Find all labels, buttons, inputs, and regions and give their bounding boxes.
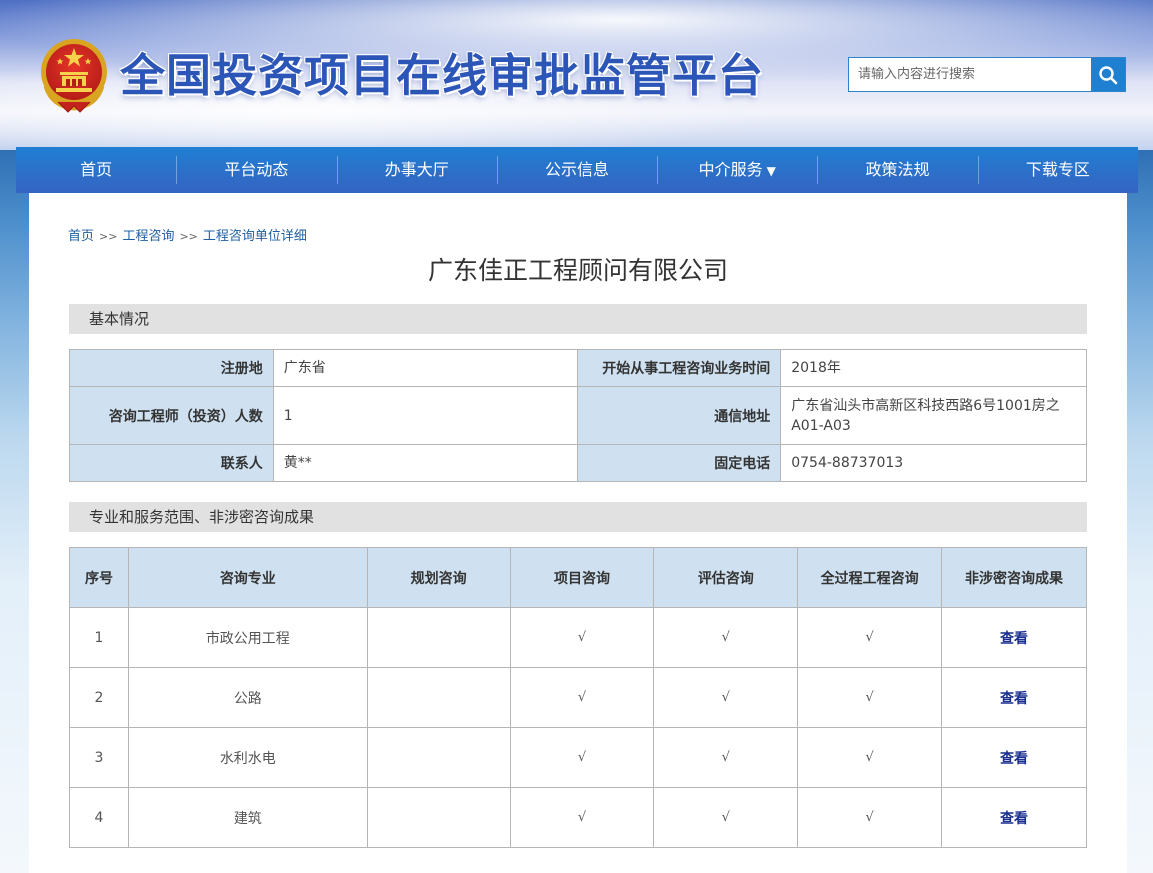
cell-evaluation-check: √ — [653, 787, 799, 848]
scope-table: 序号 咨询专业 规划咨询 项目咨询 评估咨询 全过程工程咨询 非涉密咨询成果 1… — [69, 547, 1087, 848]
cell-result: 查看 — [941, 787, 1087, 848]
table-row: 4 建筑 √ √ √ 查看 — [69, 787, 1087, 848]
breadcrumb-separator: >> — [99, 230, 118, 243]
breadcrumb-home[interactable]: 首页 — [68, 229, 94, 244]
cell-major: 建筑 — [127, 787, 368, 848]
cell-planning — [366, 727, 511, 788]
cell-planning — [366, 667, 511, 728]
main-nav: 首页 平台动态 办事大厅 公示信息 中介服务 ▼ 政策法规 下载专区 — [16, 147, 1138, 193]
table-row: 注册地 广东省 开始从事工程咨询业务时间 2018年 — [69, 349, 1087, 387]
search-box — [848, 57, 1126, 92]
search-button[interactable] — [1091, 58, 1125, 91]
cell-whole-process-check: √ — [797, 727, 943, 788]
cell-project-check: √ — [509, 607, 655, 668]
field-value: 广东省汕头市高新区科技西路6号1001房之A01-A03 — [780, 386, 1087, 445]
cell-result: 查看 — [941, 607, 1087, 668]
nav-item-policy[interactable]: 政策法规 — [817, 147, 977, 193]
table-row: 联系人 黄** 固定电话 0754-88737013 — [69, 444, 1087, 482]
search-input[interactable] — [849, 58, 1091, 91]
cell-evaluation-check: √ — [653, 607, 799, 668]
cell-project-check: √ — [509, 787, 655, 848]
cell-evaluation-check: √ — [653, 727, 799, 788]
site-title: 全国投资项目在线审批监管平台 — [120, 49, 765, 102]
table-header-row: 序号 咨询专业 规划咨询 项目咨询 评估咨询 全过程工程咨询 非涉密咨询成果 — [69, 547, 1087, 608]
nav-label: 办事大厅 — [384, 160, 449, 179]
breadcrumb: 首页 >> 工程咨询 >> 工程咨询单位详细 — [68, 225, 307, 244]
breadcrumb-current[interactable]: 工程咨询单位详细 — [203, 229, 307, 244]
field-label: 开始从事工程咨询业务时间 — [577, 349, 782, 387]
cell-result: 查看 — [941, 727, 1087, 788]
field-label: 注册地 — [69, 349, 274, 387]
cell-whole-process-check: √ — [797, 607, 943, 668]
field-value: 2018年 — [780, 349, 1087, 387]
nav-item-agency-service[interactable]: 中介服务 ▼ — [657, 147, 817, 193]
cell-project-check: √ — [509, 727, 655, 788]
basic-info-table: 注册地 广东省 开始从事工程咨询业务时间 2018年 咨询工程师（投资）人数 1… — [69, 349, 1087, 482]
column-header: 规划咨询 — [366, 547, 511, 608]
cell-whole-process-check: √ — [797, 787, 943, 848]
nav-label: 首页 — [80, 160, 113, 179]
chevron-down-icon: ▼ — [766, 164, 776, 178]
field-value: 广东省 — [272, 349, 579, 387]
column-header: 评估咨询 — [653, 547, 799, 608]
nav-label: 平台动态 — [224, 160, 289, 179]
cell-no: 3 — [69, 727, 129, 788]
main-content: 首页 >> 工程咨询 >> 工程咨询单位详细 广东佳正工程顾问有限公司 基本情况 注册地… — [29, 193, 1127, 873]
nav-item-home[interactable]: 首页 — [16, 147, 176, 193]
table-row: 3 水利水电 √ √ √ 查看 — [69, 727, 1087, 788]
view-result-link[interactable]: 查看 — [1000, 811, 1028, 827]
view-result-link[interactable]: 查看 — [1000, 691, 1028, 707]
cell-evaluation-check: √ — [653, 667, 799, 728]
cell-major: 市政公用工程 — [127, 607, 368, 668]
field-label: 固定电话 — [577, 444, 782, 482]
view-result-link[interactable]: 查看 — [1000, 631, 1028, 647]
section-scope: 专业和服务范围、非涉密咨询成果 — [69, 502, 1087, 532]
field-label: 联系人 — [69, 444, 274, 482]
cell-planning — [366, 607, 511, 668]
column-header: 项目咨询 — [509, 547, 655, 608]
search-icon — [1099, 65, 1118, 84]
cell-no: 4 — [69, 787, 129, 848]
page-title: 广东佳正工程顾问有限公司 — [427, 256, 728, 285]
cell-result: 查看 — [941, 667, 1087, 728]
cell-planning — [366, 787, 511, 848]
column-header: 全过程工程咨询 — [797, 547, 943, 608]
nav-item-public-info[interactable]: 公示信息 — [496, 147, 657, 193]
field-label: 咨询工程师（投资）人数 — [69, 386, 274, 445]
nav-item-platform-news[interactable]: 平台动态 — [176, 147, 336, 193]
table-row: 2 公路 √ √ √ 查看 — [69, 667, 1087, 728]
nav-label: 公示信息 — [544, 160, 609, 179]
column-header: 序号 — [69, 547, 129, 608]
cell-whole-process-check: √ — [797, 667, 943, 728]
nav-item-service-hall[interactable]: 办事大厅 — [336, 147, 497, 193]
cell-no: 1 — [69, 607, 129, 668]
nav-label: 下载专区 — [1025, 160, 1090, 179]
table-row: 1 市政公用工程 √ √ √ 查看 — [69, 607, 1087, 668]
cell-project-check: √ — [509, 667, 655, 728]
field-value: 1 — [272, 386, 579, 445]
national-emblem-icon — [41, 39, 107, 113]
nav-item-downloads[interactable]: 下载专区 — [977, 147, 1138, 193]
cell-major: 公路 — [127, 667, 368, 728]
column-header: 非涉密咨询成果 — [941, 547, 1087, 608]
breadcrumb-consulting[interactable]: 工程咨询 — [122, 229, 174, 244]
cell-no: 2 — [69, 667, 129, 728]
field-value: 黄** — [272, 444, 579, 482]
table-row: 咨询工程师（投资）人数 1 通信地址 广东省汕头市高新区科技西路6号1001房之… — [69, 386, 1087, 445]
view-result-link[interactable]: 查看 — [1000, 751, 1028, 767]
nav-label: 中介服务 — [698, 160, 763, 179]
field-label: 通信地址 — [577, 386, 782, 445]
field-value: 0754-88737013 — [780, 444, 1087, 482]
nav-label: 政策法规 — [865, 160, 930, 179]
section-basic-info: 基本情况 — [69, 304, 1087, 334]
column-header: 咨询专业 — [127, 547, 368, 608]
cell-major: 水利水电 — [127, 727, 368, 788]
breadcrumb-separator: >> — [179, 230, 198, 243]
